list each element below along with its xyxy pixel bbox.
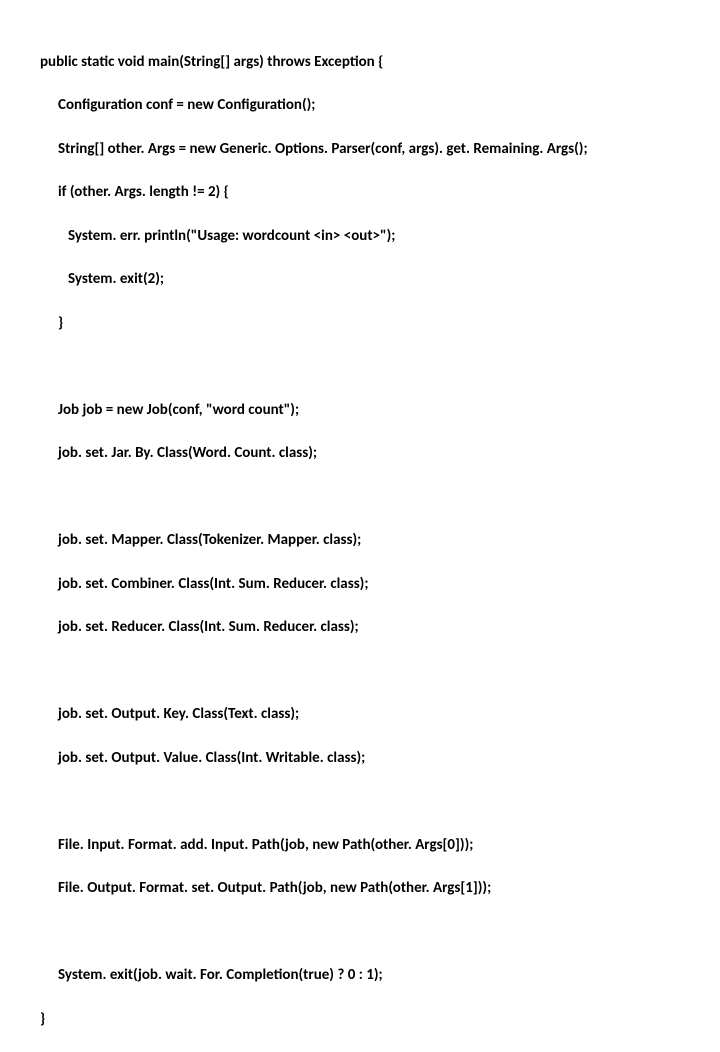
code-line: Job job = new Job(conf, "word count"); [40,400,680,422]
code-line: job. set. Mapper. Class(Tokenizer. Mappe… [40,530,680,552]
code-line: Configuration conf = new Configuration()… [40,95,680,117]
code-line: public static void main(String[] args) t… [40,52,680,74]
code-line: job. set. Output. Key. Class(Text. class… [40,704,680,726]
code-line: System. exit(2); [40,269,680,291]
code-line: job. set. Reducer. Class(Int. Sum. Reduc… [40,617,680,639]
blank-line [40,487,680,509]
code-line: } [40,1009,680,1031]
code-line: File. Output. Format. set. Output. Path(… [40,878,680,900]
code-line: String[] other. Args = new Generic. Opti… [40,139,680,161]
code-line: job. set. Combiner. Class(Int. Sum. Redu… [40,574,680,596]
code-line: System. exit(job. wait. For. Completion(… [40,965,680,987]
code-block: public static void main(String[] args) t… [40,30,680,1052]
blank-line [40,661,680,683]
code-line: if (other. Args. length != 2) { [40,182,680,204]
blank-line [40,356,680,378]
code-line: File. Input. Format. add. Input. Path(jo… [40,835,680,857]
code-line: } [40,313,680,335]
code-line: job. set. Output. Value. Class(Int. Writ… [40,748,680,770]
code-line: System. err. println("Usage: wordcount <… [40,226,680,248]
code-line: job. set. Jar. By. Class(Word. Count. cl… [40,443,680,465]
blank-line [40,791,680,813]
blank-line [40,922,680,944]
